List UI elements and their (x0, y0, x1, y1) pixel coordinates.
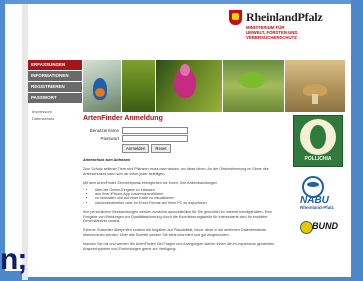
nav-item-informationen[interactable]: INFORMATIONEN (28, 71, 82, 82)
nav-item-passwort-vergessen[interactable]: PASSWORT VERGESSEN (28, 93, 82, 110)
photo-grass (121, 60, 156, 112)
nav-item-registrieren[interactable]: REGISTRIEREN (28, 82, 82, 93)
overlay-text: n; (0, 243, 27, 276)
login-form: Benutzername Passwort Anmelden Reset (83, 126, 283, 153)
frame-border-top (0, 0, 363, 4)
login-button[interactable]: Anmelden (122, 144, 150, 153)
section-heading: Artenschutz zum Anfassen (83, 158, 131, 162)
frame-border-left (0, 0, 5, 281)
frog-image (238, 72, 265, 88)
page-title: ArtenFinder Anmeldung (83, 115, 163, 122)
mushroom-image (303, 84, 328, 104)
password-input[interactable] (122, 134, 188, 142)
left-nav: ERFASSUNGEN INFORMATIONEN REGISTRIEREN P… (28, 60, 82, 121)
password-row: Passwort (83, 134, 283, 142)
photo-kingfisher (83, 60, 121, 112)
leaf-icon (310, 125, 326, 149)
feature-list: über die Online-Eingabe zu erfassen aus … (95, 188, 283, 206)
screenshot-frame: RheinlandPfalz MINISTERIUM FÜR UMWELT, F… (0, 0, 363, 281)
paragraph-review: Externe Gutachter überprüfen sodann die … (83, 228, 267, 237)
pollichia-logo[interactable]: POLLICHIA (293, 115, 343, 167)
header-photo-strip (83, 60, 345, 112)
photo-orchid (156, 60, 222, 112)
username-row: Benutzername (83, 126, 283, 134)
orchid-image (174, 64, 197, 98)
nav-item-erfassungen[interactable]: ERFASSUNGEN (28, 60, 82, 71)
paragraph-portal: Mit dem ArtenFinder-Servicesportal ermög… (83, 181, 218, 186)
photo-frog (222, 60, 285, 112)
nav-link-datenschutz[interactable]: Datenschutz (28, 116, 82, 121)
photo-mushroom (285, 60, 345, 112)
paragraph-privacy: Ihre persönlichen Beobachtungen werden z… (83, 210, 272, 224)
kingfisher-image (93, 78, 107, 100)
bund-logo[interactable]: BUND (300, 221, 344, 235)
username-label: Benutzername (89, 127, 119, 133)
rlp-logo[interactable]: RheinlandPfalz MINISTERIUM FÜR UMWELT, F… (229, 10, 329, 50)
bund-name: BUND (312, 221, 338, 231)
form-buttons: Anmelden Reset (122, 144, 283, 153)
main-content: ArtenFinder Anmeldung Benutzername Passw… (83, 115, 283, 251)
nabu-logo[interactable]: NABU Rheinland-Pfalz (288, 176, 344, 212)
crest-icon (229, 10, 242, 25)
paragraph-join: Machen Sie mit und werden Sie ArtenFinde… (83, 242, 275, 251)
nabu-region: Rheinland-Pfalz (300, 205, 334, 210)
pollichia-name: POLLICHIA (304, 156, 332, 162)
brand-name: RheinlandPfalz (246, 10, 323, 24)
password-label: Passwort (100, 135, 119, 141)
frame-border-right (351, 0, 363, 281)
username-input[interactable] (122, 126, 188, 134)
paragraph-intro: Zum Schutz seltener Tiere und Pflanzen m… (83, 167, 269, 176)
reset-button[interactable]: Reset (151, 144, 171, 153)
ministry-name: MINISTERIUM FÜR UMWELT, FORSTEN UND VERB… (246, 25, 298, 40)
list-item: nachzubearbeiten oder im Excel-Format au… (95, 201, 283, 205)
